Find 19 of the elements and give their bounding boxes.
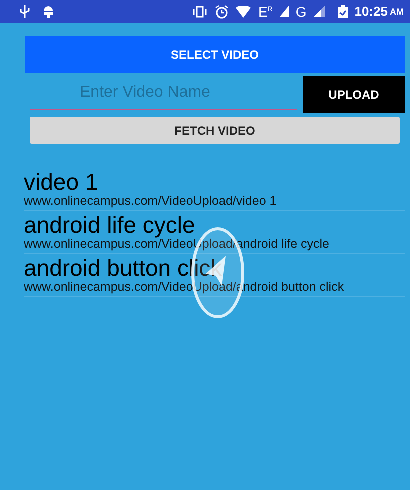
network-type: G — [296, 4, 307, 20]
signal-icon — [314, 6, 325, 17]
wifi-icon — [236, 6, 252, 18]
vibrate-icon — [192, 6, 208, 18]
video-url: www.onlinecampus.com/VideoUpload/video 1 — [24, 195, 278, 207]
clock-time: 10:25 — [354, 4, 388, 19]
fetch-video-button[interactable]: FETCH VIDEO — [30, 117, 400, 144]
select-video-button[interactable]: SELECT VIDEO — [25, 36, 405, 73]
upload-button[interactable]: UPLOAD — [303, 76, 405, 113]
video-title: video 1 — [24, 169, 100, 195]
battery-icon — [338, 5, 348, 18]
usb-icon — [20, 5, 30, 18]
alarm-icon — [215, 4, 230, 18]
video-list-item[interactable]: video 1 www.onlinecampus.com/VideoUpload/video 1 — [24, 169, 405, 211]
network-type: E$^{R}$ — [258, 4, 273, 20]
video-name-input[interactable]: Enter Video Name — [30, 76, 297, 110]
clock-meridiem: AM — [390, 6, 404, 16]
video-title: android life cycle — [24, 212, 196, 238]
signal-icon — [280, 6, 289, 17]
